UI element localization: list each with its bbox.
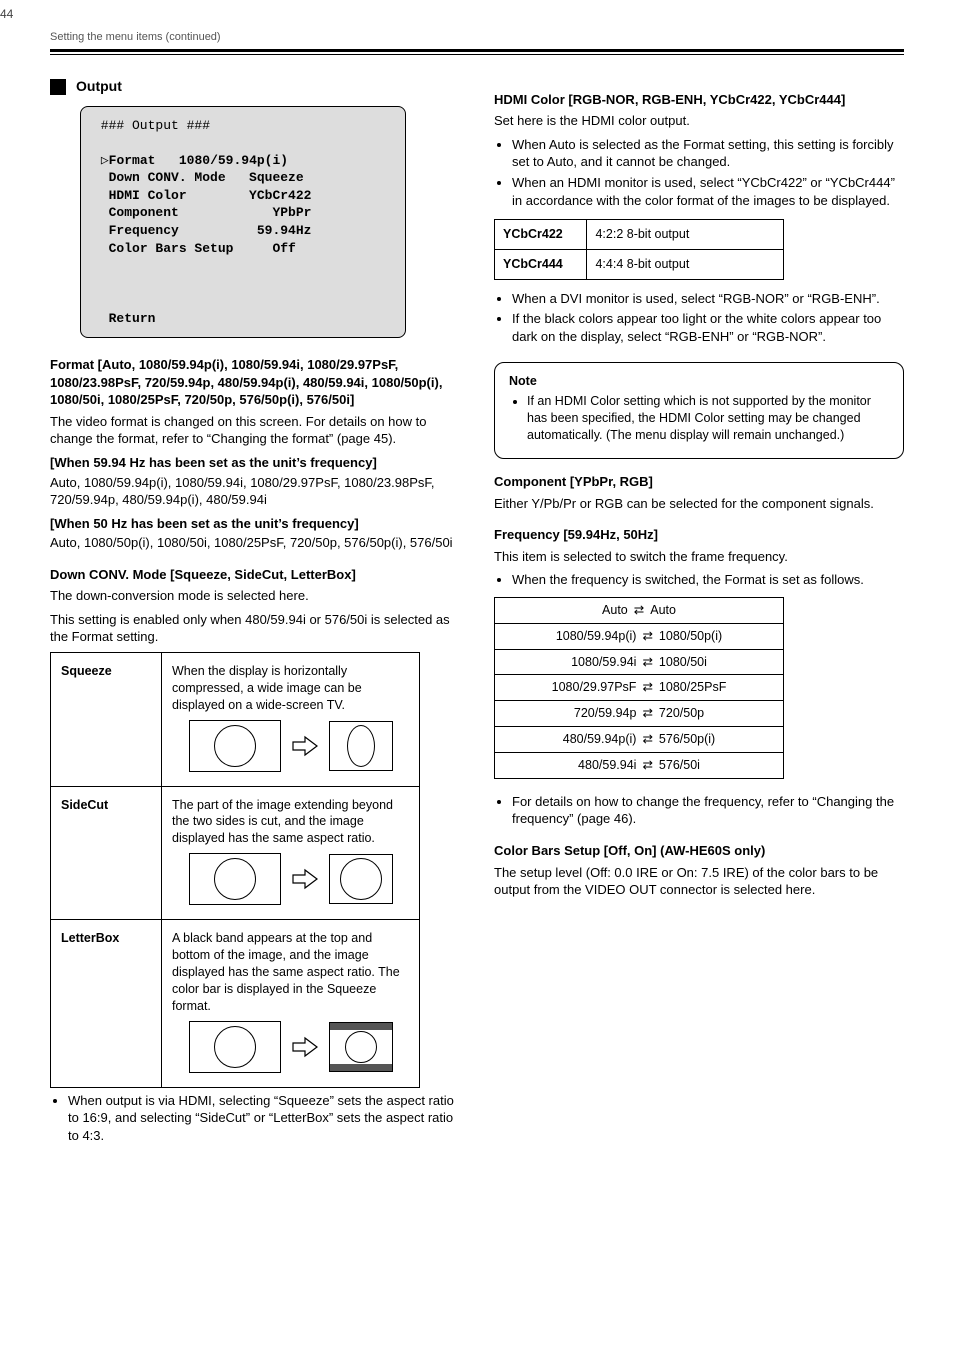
- left-column: Output ### Output ### ▷Format 1080/59.94…: [50, 77, 460, 1148]
- hdmi-tbl-r1c1: 4:4:4 8-bit output: [587, 250, 784, 280]
- dconv-row0-name: Squeeze: [61, 664, 112, 678]
- hdmi-heading: HDMI Color [RGB-NOR, RGB-ENH, YCbCr422, …: [494, 91, 904, 109]
- format-heading: Format [Auto, 1080/59.94p(i), 1080/59.94…: [50, 356, 460, 409]
- arrow-right-icon: [291, 867, 319, 891]
- dconv-table: Squeeze When the display is horizontally…: [50, 652, 420, 1088]
- freq-table-row: Auto⇄Auto: [495, 597, 784, 623]
- dconv-row0-desc: When the display is horizontally compres…: [172, 663, 409, 714]
- hdmi-bullet-1: When an HDMI monitor is used, select “YC…: [512, 174, 904, 209]
- page-number: 44: [0, 6, 13, 22]
- wide-frame-icon: [189, 1021, 281, 1073]
- format-desc: The video format is changed on this scre…: [50, 413, 460, 448]
- freq-table-row: 480/59.94i⇄576/50i: [495, 753, 784, 779]
- dconv-desc2: This setting is enabled only when 480/59…: [50, 611, 460, 646]
- dconv-footnote-list: When output is via HDMI, selecting “Sque…: [50, 1092, 460, 1145]
- freq-desc: This item is selected to switch the fram…: [494, 548, 904, 566]
- cbsetup-heading: Color Bars Setup [Off, On] (AW-HE60S onl…: [494, 842, 904, 860]
- format-59-options: Auto, 1080/59.94p(i), 1080/59.94i, 1080/…: [50, 474, 460, 509]
- arrow-right-icon: [291, 1035, 319, 1059]
- hdmi-bullet-0: When Auto is selected as the Format sett…: [512, 136, 904, 171]
- section-title: Output: [50, 77, 460, 96]
- hdmi-bullets: When Auto is selected as the Format sett…: [494, 136, 904, 209]
- freq-bullets2: For details on how to change the frequen…: [494, 793, 904, 828]
- component-heading: Component [YPbPr, RGB]: [494, 473, 904, 491]
- format-50-options: Auto, 1080/50p(i), 1080/50i, 1080/25PsF,…: [50, 534, 460, 552]
- dconv-row2-illus: [172, 1021, 409, 1077]
- dconv-row2-desc: A black band appears at the top and bott…: [172, 930, 409, 1014]
- note-box: Note If an HDMI Color setting which is n…: [494, 362, 904, 460]
- format-59-heading: [When 59.94 Hz has been set as the unit’…: [50, 454, 460, 472]
- narrow-frame-icon: [329, 1022, 393, 1072]
- dconv-row0-cell: When the display is horizontally compres…: [162, 652, 420, 786]
- hdmi-bullet2-0: When a DVI monitor is used, select “RGB-…: [512, 290, 904, 308]
- dconv-footnote: When output is via HDMI, selecting “Sque…: [68, 1092, 460, 1145]
- component-desc: Either Y/Pb/Pr or RGB can be selected fo…: [494, 495, 904, 513]
- dconv-heading: Down CONV. Mode [Squeeze, SideCut, Lette…: [50, 566, 460, 584]
- freq-table-row: 720/59.94p⇄720/50p: [495, 701, 784, 727]
- note-text: If an HDMI Color setting which is not su…: [527, 393, 889, 444]
- freq-table: Auto⇄Auto1080/59.94p(i)⇄1080/50p(i)1080/…: [494, 597, 784, 779]
- freq-bullet-0: When the frequency is switched, the Form…: [512, 571, 904, 589]
- narrow-frame-icon: [329, 721, 393, 771]
- freq-table-row: 1080/29.97PsF⇄1080/25PsF: [495, 675, 784, 701]
- dconv-row1-illus: [172, 853, 409, 909]
- hdmi-desc: Set here is the HDMI color output.: [494, 112, 904, 130]
- hdmi-tbl-r0c1: 4:2:2 8-bit output: [587, 220, 784, 250]
- narrow-frame-icon: [329, 854, 393, 904]
- dconv-row2-name: LetterBox: [61, 931, 119, 945]
- arrow-right-icon: [291, 734, 319, 758]
- cbsetup-desc: The setup level (Off: 0.0 IRE or On: 7.5…: [494, 864, 904, 899]
- hdmi-bullets2: When a DVI monitor is used, select “RGB-…: [494, 290, 904, 346]
- freq-heading: Frequency [59.94Hz, 50Hz]: [494, 526, 904, 544]
- dconv-row1-desc: The part of the image extending beyond t…: [172, 797, 409, 848]
- hdmi-tbl-r0c0: YCbCr422: [495, 220, 587, 250]
- freq-table-row: 1080/59.94p(i)⇄1080/50p(i): [495, 623, 784, 649]
- hdmi-bullet2-1: If the black colors appear too light or …: [512, 310, 904, 345]
- wide-frame-icon: [189, 853, 281, 905]
- wide-frame-icon: [189, 720, 281, 772]
- page-header: Setting the menu items (continued): [50, 30, 904, 45]
- hdmi-table: YCbCr422 4:2:2 8-bit output YCbCr444 4:4…: [494, 219, 784, 280]
- freq-bullet2-0: For details on how to change the frequen…: [512, 793, 904, 828]
- section-title-text: Output: [76, 77, 122, 96]
- hdmi-tbl-r1c0: YCbCr444: [495, 250, 587, 280]
- dconv-row1-cell: The part of the image extending beyond t…: [162, 786, 420, 920]
- square-bullet-icon: [50, 79, 66, 95]
- rule-thin: [50, 54, 904, 55]
- right-column: HDMI Color [RGB-NOR, RGB-ENH, YCbCr422, …: [494, 77, 904, 1148]
- format-50-heading: [When 50 Hz has been set as the unit’s f…: [50, 515, 460, 533]
- dconv-row0-illus: [172, 720, 409, 776]
- dconv-row2-cell: A black band appears at the top and bott…: [162, 920, 420, 1087]
- note-heading: Note: [509, 373, 889, 390]
- dconv-row1-name: SideCut: [61, 798, 108, 812]
- rule-thick: [50, 49, 904, 52]
- freq-table-row: 480/59.94p(i)⇄576/50p(i): [495, 727, 784, 753]
- freq-table-row: 1080/59.94i⇄1080/50i: [495, 649, 784, 675]
- osd-panel: ### Output ### ▷Format 1080/59.94p(i) Do…: [80, 106, 406, 339]
- freq-bullets: When the frequency is switched, the Form…: [494, 571, 904, 589]
- dconv-desc1: The down-conversion mode is selected her…: [50, 587, 460, 605]
